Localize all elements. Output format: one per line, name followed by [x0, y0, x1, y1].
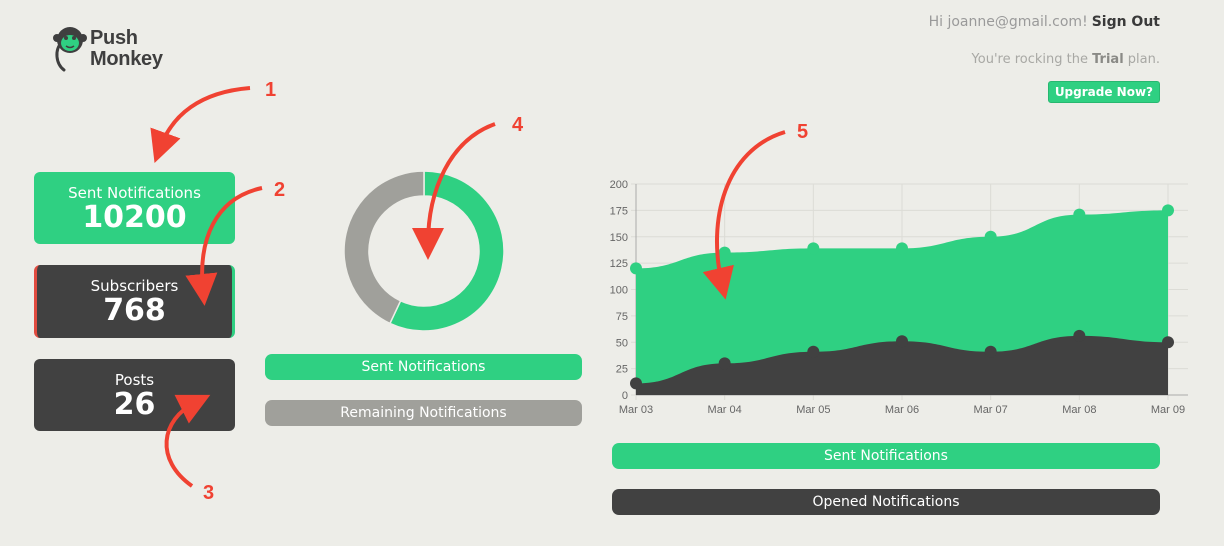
stat-value: 768 — [103, 293, 166, 328]
user-area: Hi joanne@gmail.com! Sign Out — [929, 14, 1160, 30]
upgrade-button[interactable]: Upgrade Now? — [1047, 81, 1160, 103]
y-tick-label: 150 — [610, 232, 628, 244]
brand-name: Push Monkey — [90, 27, 163, 70]
data-point-sent-notifications[interactable] — [807, 242, 820, 255]
y-tick-label: 50 — [616, 337, 628, 349]
y-tick-label: 200 — [610, 179, 628, 191]
data-point-opened-notifications[interactable] — [807, 345, 820, 358]
annotation-number-1: 1 — [265, 79, 276, 101]
legend-sent-notifications-series[interactable]: Sent Notifications — [612, 443, 1160, 469]
x-tick-label: Mar 03 — [619, 404, 653, 416]
legend-remaining-notifications[interactable]: Remaining Notifications — [265, 400, 582, 426]
annotation-number-4: 4 — [512, 114, 524, 136]
data-point-sent-notifications[interactable] — [1162, 204, 1174, 217]
stat-label: Sent Notifications — [68, 184, 201, 202]
notifications-donut-chart — [343, 170, 505, 332]
y-tick-label: 125 — [610, 258, 628, 270]
x-tick-label: Mar 08 — [1062, 404, 1096, 416]
user-greeting: Hi joanne@gmail.com! — [928, 14, 1088, 30]
data-point-sent-notifications[interactable] — [630, 262, 642, 275]
data-point-sent-notifications[interactable] — [984, 230, 997, 243]
y-tick-label: 0 — [622, 390, 628, 402]
x-tick-label: Mar 09 — [1151, 404, 1185, 416]
posts-card: Posts 26 — [34, 359, 235, 431]
data-point-opened-notifications[interactable] — [630, 377, 642, 390]
y-tick-label: 25 — [616, 364, 628, 376]
annotation-number-5: 5 — [797, 121, 808, 143]
stat-label: Posts — [114, 371, 155, 389]
brand-logo[interactable]: Push Monkey — [52, 24, 192, 76]
annotation-number-2: 2 — [274, 179, 285, 201]
notifications-area-chart: 0 25 50 75 100 125 150 175 200 Mar 03 Mar 04 Mar 05… — [610, 179, 1188, 416]
data-point-sent-notifications[interactable] — [896, 242, 908, 255]
data-point-opened-notifications[interactable] — [1073, 329, 1086, 342]
x-tick-label: Mar 05 — [796, 404, 830, 416]
data-point-opened-notifications[interactable] — [984, 345, 997, 358]
y-tick-label: 100 — [610, 285, 628, 297]
donut-slice-remaining-notifications[interactable] — [343, 170, 425, 325]
y-tick-label: 175 — [610, 205, 628, 217]
sent-notifications-card: Sent Notifications 10200 — [34, 172, 235, 244]
x-tick-label: Mar 04 — [708, 404, 742, 416]
legend-sent-notifications[interactable]: Sent Notifications — [265, 354, 582, 380]
monkey-icon — [53, 27, 87, 72]
annotation-arrow-1 — [150, 86, 251, 164]
y-tick-label: 75 — [616, 311, 628, 323]
data-point-sent-notifications[interactable] — [1073, 208, 1086, 221]
stat-label: Subscribers — [90, 277, 179, 295]
legend-opened-notifications-series[interactable]: Opened Notifications — [612, 489, 1160, 515]
stat-value: 26 — [113, 387, 156, 422]
plan-info: You're rocking the Trial plan. — [971, 52, 1160, 67]
data-point-opened-notifications[interactable] — [1162, 336, 1174, 349]
subscribers-card: Subscribers 768 — [34, 265, 235, 338]
x-tick-label: Mar 07 — [974, 404, 1008, 416]
x-tick-label: Mar 06 — [885, 404, 919, 416]
data-point-sent-notifications[interactable] — [718, 246, 731, 259]
data-point-opened-notifications[interactable] — [896, 335, 908, 348]
annotation-number-3: 3 — [203, 482, 214, 504]
sign-out-link[interactable]: Sign Out — [1092, 14, 1160, 30]
data-point-opened-notifications[interactable] — [718, 357, 731, 370]
stat-value: 10200 — [82, 200, 187, 235]
plan-name: Trial — [1092, 52, 1124, 67]
